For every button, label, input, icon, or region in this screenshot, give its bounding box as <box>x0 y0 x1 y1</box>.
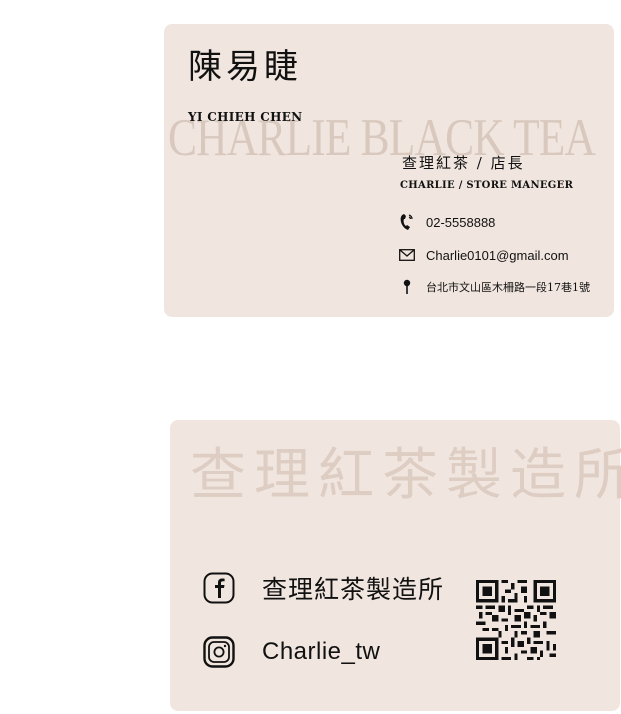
facebook-page-name[interactable]: 查理紅茶製造所 <box>262 570 444 606</box>
phone-row: 02-5558888 <box>398 213 495 231</box>
person-name-zh: 陳易睫 <box>188 47 302 87</box>
qr-code[interactable] <box>476 580 556 660</box>
email-address[interactable]: Charlie0101@gmail.com <box>426 248 569 263</box>
job-title-en: CHARLIE / STORE MANEGER <box>400 180 574 191</box>
business-card-back: 查理紅茶製造所 查理紅茶製造所 Charlie_tw <box>170 420 621 711</box>
business-card-front: CHARLIE BLACK TEA 陳易睫 YI CHIEH CHEN 查理紅茶… <box>164 24 614 317</box>
phone-number: 02-5558888 <box>426 214 496 230</box>
job-title-zh: 查理紅茶 / 店長 <box>402 154 525 172</box>
phone-icon <box>398 213 416 231</box>
person-name-en: YI CHIEH CHEN <box>188 110 303 124</box>
instagram-row: Charlie_tw <box>202 635 380 669</box>
facebook-icon[interactable] <box>202 571 236 605</box>
instagram-icon[interactable] <box>202 635 236 669</box>
street-address: 台北市文山區木柵路一段17巷1號 <box>426 281 590 294</box>
email-row: Charlie0101@gmail.com <box>398 246 569 264</box>
brand-name-large: 查理紅茶製造所 <box>190 443 621 508</box>
instagram-handle[interactable]: Charlie_tw <box>262 638 380 666</box>
address-row: 台北市文山區木柵路一段17巷1號 <box>398 278 590 296</box>
facebook-row: 查理紅茶製造所 <box>202 570 444 606</box>
location-pin-icon <box>398 278 416 296</box>
envelope-icon <box>398 246 416 264</box>
